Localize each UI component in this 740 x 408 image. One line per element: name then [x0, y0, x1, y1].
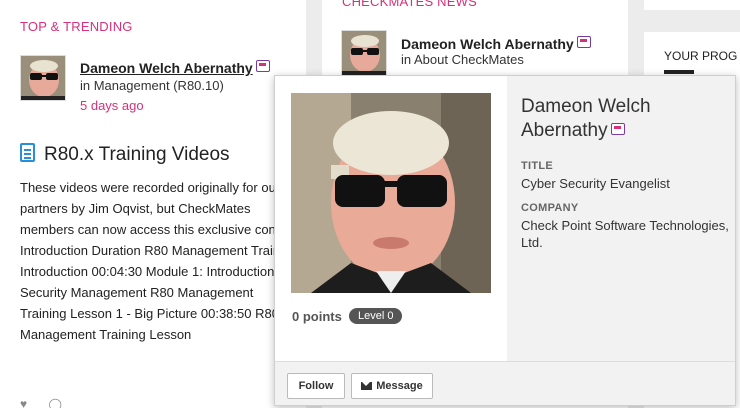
- badge-icon: [255, 60, 270, 72]
- envelope-icon: [361, 382, 373, 390]
- popover-left: 0 points Level 0: [275, 76, 507, 361]
- post-title[interactable]: R80.x Training Videos: [20, 143, 230, 166]
- profile-photo: [291, 93, 491, 293]
- trending-panel: TOP & TRENDING Dameon Welch Abernathy in…: [0, 0, 306, 408]
- progress-title: YOUR PROG: [664, 49, 738, 63]
- avatar[interactable]: [341, 30, 387, 76]
- company-value: Check Point Software Technologies, Ltd.: [521, 218, 729, 250]
- like-icon[interactable]: ♥: [20, 397, 27, 408]
- avatar[interactable]: [20, 55, 66, 101]
- profile-popover: 0 points Level 0 Dameon Welch Abernathy …: [274, 75, 736, 406]
- section-title: CHECKMATES NEWS: [342, 0, 477, 9]
- author-link[interactable]: Dameon Welch Abernathy: [401, 36, 591, 52]
- right-top-panel: [644, 0, 740, 10]
- points-count: 0 points: [292, 309, 342, 324]
- message-button[interactable]: Message: [351, 373, 433, 399]
- company-label: COMPANY: [521, 202, 579, 214]
- popover-details: Dameon Welch Abernathy TITLE Cyber Secur…: [507, 76, 735, 361]
- profile-name-text[interactable]: Dameon Welch Abernathy: [521, 96, 651, 141]
- post-title-text[interactable]: R80.x Training Videos: [44, 144, 230, 165]
- section-title: TOP & TRENDING: [20, 19, 133, 34]
- badge-icon: [610, 123, 625, 135]
- profile-name[interactable]: Dameon Welch Abernathy: [521, 95, 731, 143]
- post-stats: ♥ ◯: [20, 397, 62, 408]
- message-button-label: Message: [376, 380, 423, 392]
- follow-button[interactable]: Follow: [287, 373, 345, 399]
- badge-icon: [576, 36, 591, 48]
- follow-button-label: Follow: [298, 380, 334, 392]
- title-label: TITLE: [521, 160, 554, 172]
- comment-icon[interactable]: ◯: [48, 397, 61, 408]
- post-location[interactable]: in Management (R80.10): [80, 78, 224, 93]
- post-location[interactable]: in About CheckMates: [401, 52, 524, 67]
- author-link[interactable]: Dameon Welch Abernathy: [80, 60, 270, 76]
- post-time: 5 days ago: [80, 98, 144, 113]
- level-badge: Level 0: [349, 308, 403, 324]
- post-body: These videos were recorded originally fo…: [20, 180, 302, 342]
- title-value: Cyber Security Evangelist: [521, 176, 670, 191]
- progress-bar: [664, 70, 694, 74]
- author-name[interactable]: Dameon Welch Abernathy: [401, 36, 574, 52]
- popover-footer: Follow Message: [275, 361, 735, 405]
- document-icon: [20, 143, 35, 162]
- author-name[interactable]: Dameon Welch Abernathy: [80, 60, 253, 76]
